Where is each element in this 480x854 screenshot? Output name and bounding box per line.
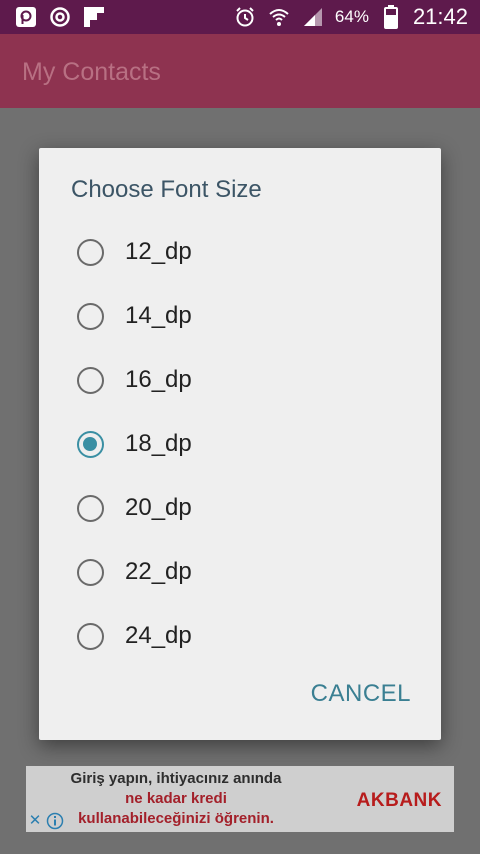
font-size-option-18[interactable]: 18_dp [77, 412, 417, 476]
radio-button[interactable] [77, 494, 104, 522]
option-label: 22_dp [125, 558, 192, 585]
alarm-icon [233, 5, 257, 29]
status-bar: 64% 21:42 [0, 0, 480, 34]
app-title: My Contacts [22, 58, 161, 86]
ad-text-line-3: kullanabileceğinizi öğrenin. [78, 810, 274, 827]
font-size-option-20[interactable]: 20_dp [77, 476, 417, 540]
option-label: 16_dp [125, 366, 192, 393]
option-label: 24_dp [125, 622, 192, 649]
ad-brand-logo: AKBANK [356, 790, 442, 811]
font-size-options: 12_dp 14_dp 16_dp 18_dp 20_dp 22_dp 24_d… [77, 220, 417, 668]
font-size-option-14[interactable]: 14_dp [77, 284, 417, 348]
option-label: 18_dp [125, 430, 192, 457]
clock: 21:42 [412, 4, 468, 29]
dialog-title: Choose Font Size [71, 176, 262, 203]
radio-button[interactable] [77, 366, 104, 394]
wifi-icon [267, 5, 291, 29]
ad-close-icon[interactable]: ✕ [26, 812, 44, 830]
signal-icon [301, 5, 325, 29]
app-bar: My Contacts [0, 34, 480, 108]
font-size-option-24[interactable]: 24_dp [77, 604, 417, 668]
font-size-dialog: Choose Font Size 12_dp 14_dp 16_dp 18_dp… [39, 148, 441, 740]
radio-button[interactable] [77, 558, 104, 586]
flipboard-icon [82, 5, 106, 29]
radio-button[interactable] [77, 430, 104, 458]
option-label: 14_dp [125, 302, 192, 329]
status-right-icons: 64% 21:42 [233, 4, 468, 30]
font-size-option-16[interactable]: 16_dp [77, 348, 417, 412]
battery-icon [379, 5, 403, 29]
sync-icon [48, 5, 72, 29]
ad-banner[interactable]: Giriş yapın, ihtiyacınız anında ne kadar… [26, 766, 454, 832]
option-label: 12_dp [125, 238, 192, 265]
option-label: 20_dp [125, 494, 192, 521]
notification-app-icon [14, 5, 38, 29]
ad-text-line-1: Giriş yapın, ihtiyacınız anında [70, 770, 282, 787]
radio-button[interactable] [77, 302, 104, 330]
font-size-option-22[interactable]: 22_dp [77, 540, 417, 604]
status-left-icons [14, 5, 106, 29]
ad-text-line-2: ne kadar kredi [125, 790, 227, 807]
font-size-option-12[interactable]: 12_dp [77, 220, 417, 284]
radio-button[interactable] [77, 622, 104, 650]
cancel-button[interactable]: CANCEL [311, 680, 411, 708]
battery-percent: 64% [334, 7, 369, 26]
ad-info-icon[interactable] [46, 812, 64, 830]
radio-button[interactable] [77, 238, 104, 266]
